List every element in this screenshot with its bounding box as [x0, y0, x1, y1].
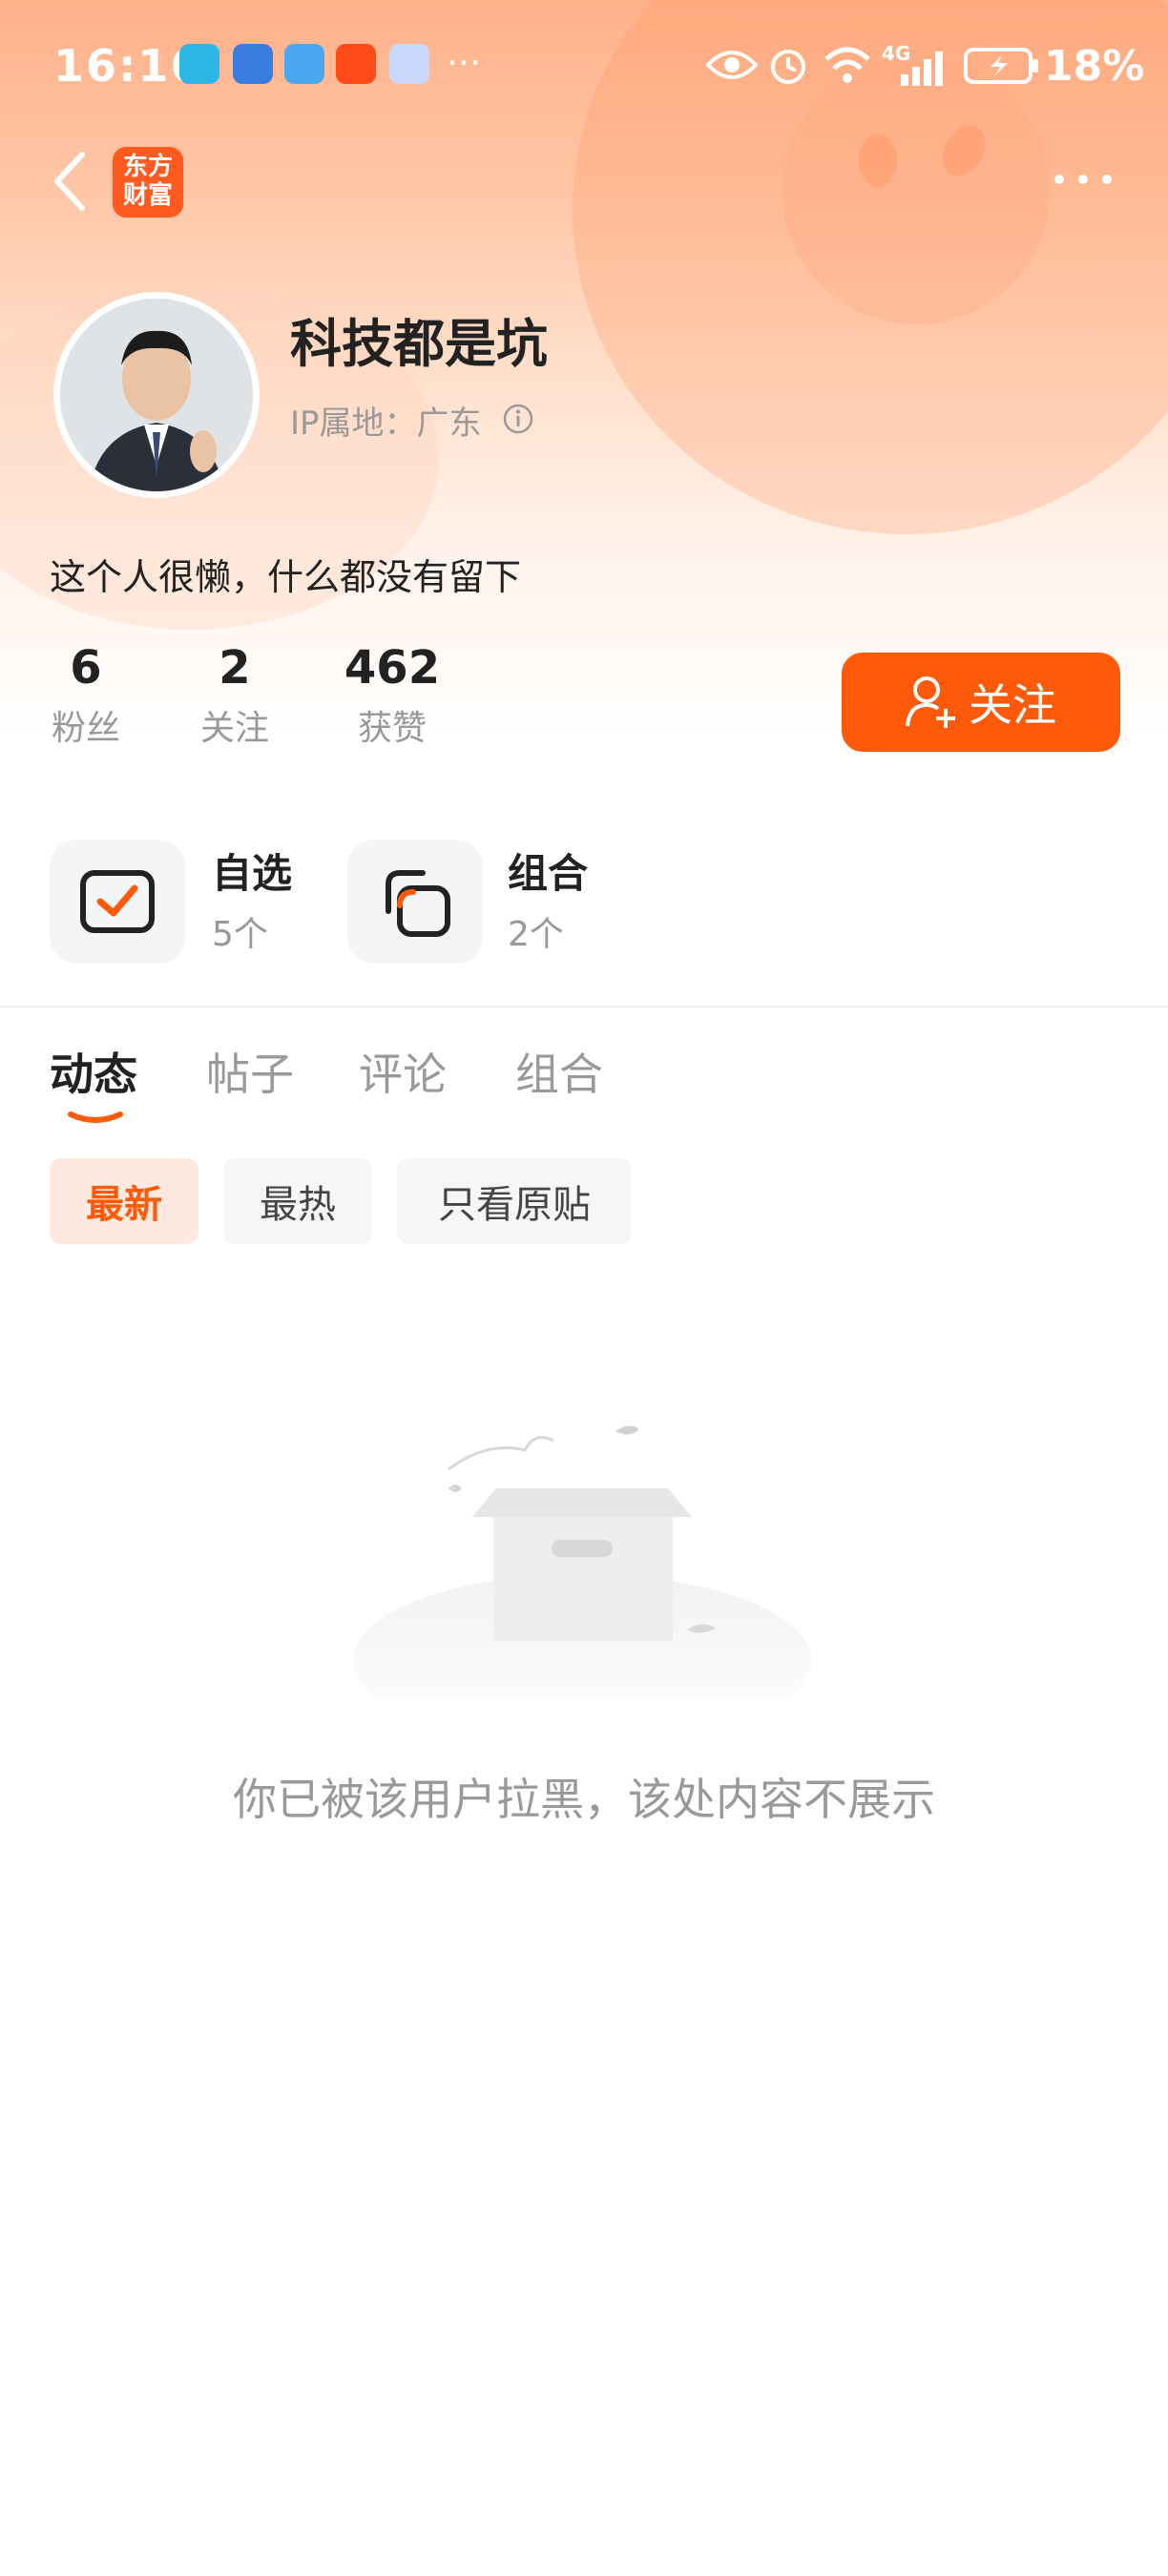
empty-state-message: 你已被该用户拉黑，该处内容不展示 — [233, 1774, 935, 1825]
follow-button[interactable]: 关注 — [842, 653, 1120, 752]
back-arrow-icon[interactable] — [42, 143, 99, 219]
stat-label: 获赞 — [357, 709, 427, 748]
user-bio: 这个人很懒，什么都没有留下 — [50, 556, 522, 598]
user-avatar[interactable] — [53, 292, 260, 498]
watchlist-card[interactable] — [50, 840, 185, 964]
tab-activity[interactable]: 动态 — [50, 1040, 137, 1103]
info-icon[interactable] — [502, 403, 534, 435]
filter-hottest[interactable]: 最热 — [223, 1158, 372, 1244]
add-user-icon — [906, 676, 955, 728]
stat-likes[interactable]: 462 获赞 — [330, 641, 454, 750]
signal-icon — [901, 52, 943, 86]
stat-followers[interactable]: 6 粉丝 — [38, 641, 134, 750]
filter-original-only[interactable]: 只看原贴 — [397, 1158, 632, 1244]
more-options-icon[interactable] — [1050, 168, 1116, 191]
watchlist-title[interactable]: 自选 — [212, 841, 292, 900]
status-bar: 16:16 ··· 4G 18% — [0, 0, 1168, 134]
stat-following[interactable]: 2 关注 — [187, 641, 282, 750]
ip-location: IP属地：广东 — [290, 405, 482, 443]
tab-posts[interactable]: 帖子 — [206, 1040, 294, 1103]
filter-latest[interactable]: 最新 — [50, 1158, 198, 1244]
weather-app-icon — [284, 44, 324, 84]
more-notifications-icon: ··· — [447, 42, 482, 84]
notes-app-icon — [233, 44, 273, 84]
follow-label: 关注 — [969, 679, 1056, 731]
portfolio-stack-icon — [386, 870, 450, 937]
username: 科技都是坑 — [290, 314, 548, 374]
east-money-app-icon — [336, 44, 376, 84]
section-divider — [0, 1006, 1168, 1008]
portfolio-card[interactable] — [347, 840, 483, 964]
portfolio-count: 2个 — [508, 915, 564, 954]
battery-percentage: 18% — [1044, 42, 1145, 91]
empty-box-illustration — [353, 1425, 811, 1698]
watchlist-check-icon — [80, 870, 155, 933]
stat-value: 2 — [219, 641, 251, 695]
eye-icon — [706, 51, 758, 79]
watchlist-count: 5个 — [212, 915, 268, 954]
stat-value: 462 — [344, 641, 441, 695]
chat-app-icon — [389, 44, 429, 84]
tab-comments[interactable]: 评论 — [359, 1040, 447, 1103]
book-app-icon — [179, 44, 219, 84]
tab-portfolio[interactable]: 组合 — [515, 1040, 603, 1103]
stat-value: 6 — [70, 641, 102, 695]
avatar-image — [60, 299, 253, 491]
portfolio-title[interactable]: 组合 — [508, 841, 588, 900]
stat-label: 关注 — [199, 709, 269, 748]
east-money-logo[interactable]: 东方 财富 — [113, 147, 183, 218]
wifi-icon — [824, 47, 870, 83]
active-tab-indicator — [68, 1111, 123, 1123]
stat-label: 粉丝 — [51, 709, 120, 748]
alarm-icon — [771, 50, 805, 84]
battery-icon — [964, 48, 1038, 84]
